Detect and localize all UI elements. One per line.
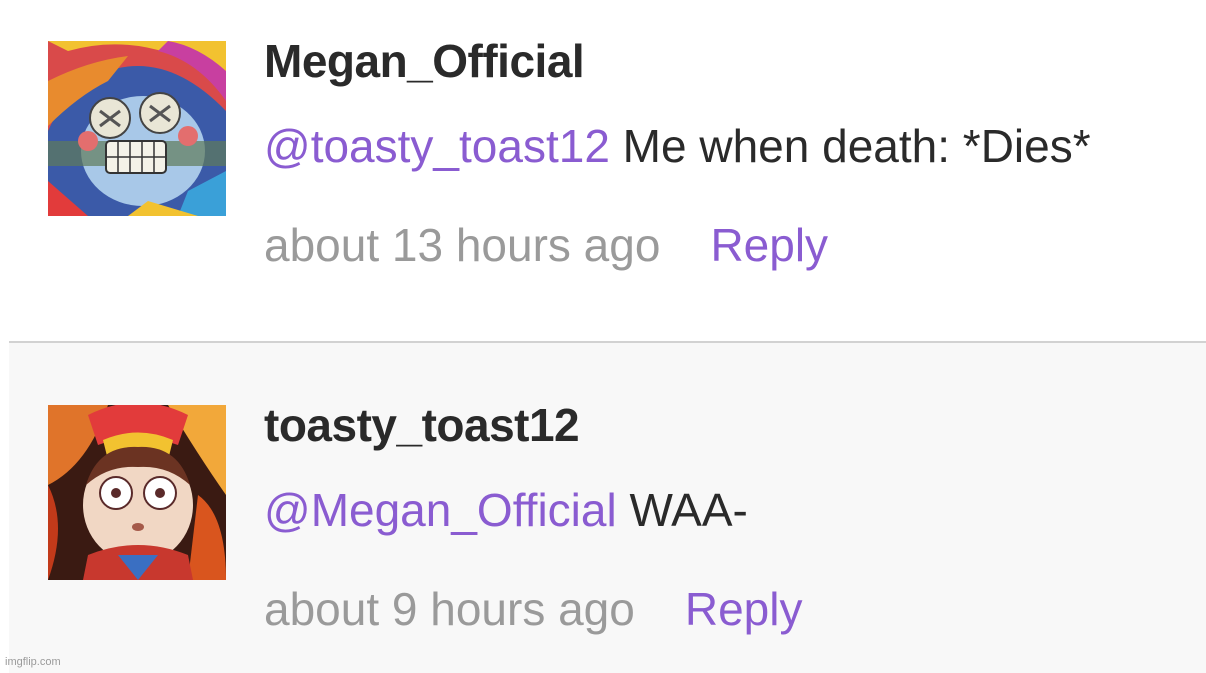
jester-avatar-icon bbox=[48, 41, 226, 216]
comment-item: toasty_toast12 @Megan_Official WAA- abou… bbox=[9, 341, 1206, 673]
comment-timestamp: about 9 hours ago bbox=[264, 583, 635, 635]
watermark: imgflip.com bbox=[5, 656, 61, 668]
avatar[interactable] bbox=[48, 405, 226, 580]
comment-meta: about 13 hours ago Reply bbox=[264, 218, 828, 272]
comment-username[interactable]: toasty_toast12 bbox=[264, 398, 580, 452]
avatar[interactable] bbox=[48, 41, 226, 216]
mention-link[interactable]: @toasty_toast12 bbox=[264, 120, 610, 172]
comment-text: WAA- bbox=[616, 484, 748, 536]
comment-username[interactable]: Megan_Official bbox=[264, 34, 585, 88]
comment-message: @toasty_toast12 Me when death: *Dies* bbox=[264, 119, 1091, 173]
reply-button[interactable]: Reply bbox=[685, 583, 803, 635]
reply-button[interactable]: Reply bbox=[710, 219, 828, 271]
comment-text: Me when death: *Dies* bbox=[609, 120, 1091, 172]
mention-link[interactable]: @Megan_Official bbox=[264, 484, 617, 536]
comment-meta: about 9 hours ago Reply bbox=[264, 582, 802, 636]
comment-timestamp: about 13 hours ago bbox=[264, 219, 661, 271]
comment-item: Megan_Official @toasty_toast12 Me when d… bbox=[0, 0, 1206, 340]
jester-fire-avatar-icon bbox=[48, 405, 226, 580]
comment-message: @Megan_Official WAA- bbox=[264, 483, 748, 537]
